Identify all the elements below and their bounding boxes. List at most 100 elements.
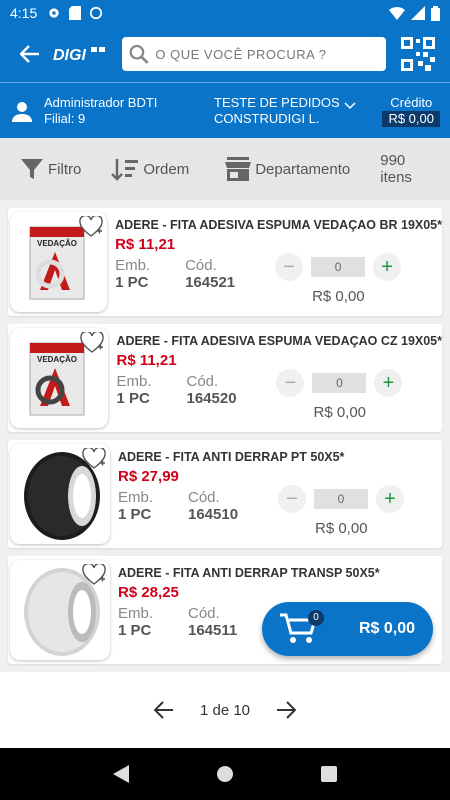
product-price: R$ 27,99 bbox=[118, 468, 179, 485]
cod-value: 164511 bbox=[188, 622, 238, 639]
system-nav-bar bbox=[0, 748, 450, 800]
product-name: ADERE - FITA ANTI DERRAP TRANSP 50X5* bbox=[118, 566, 380, 580]
favorite-heart-icon[interactable] bbox=[80, 332, 105, 354]
digi-logo: DIGI bbox=[50, 34, 112, 74]
status-bar: 4:15 bbox=[0, 0, 450, 26]
cod-value: 164520 bbox=[186, 390, 237, 407]
cart-button[interactable]: 0 R$ 0,00 bbox=[262, 602, 433, 656]
page-indicator: 1 de 10 bbox=[199, 701, 251, 719]
increment-button[interactable]: + bbox=[373, 253, 402, 281]
quantity-stepper: − 0 + bbox=[278, 485, 404, 513]
nav-back-icon[interactable] bbox=[113, 765, 130, 783]
cart-count-badge: 0 bbox=[308, 610, 324, 626]
qr-code-icon bbox=[401, 37, 435, 71]
package-label: VEDAÇÃO bbox=[37, 239, 77, 248]
favorite-heart-icon[interactable] bbox=[82, 564, 106, 586]
decrement-button[interactable]: − bbox=[276, 369, 305, 397]
pagination: 1 de 10 bbox=[0, 672, 450, 748]
product-name: ADERE - FITA ANTI DERRAP PT 50X5* bbox=[118, 450, 345, 464]
product-price: R$ 11,21 bbox=[115, 236, 176, 253]
product-name: ADERE - FITA ADESIVA ESPUMA VEDAÇAO BR 1… bbox=[115, 218, 442, 232]
product-image: VEDAÇÃO bbox=[10, 328, 109, 428]
sort-label: Ordem bbox=[143, 160, 190, 178]
svg-text:DIGI: DIGI bbox=[53, 47, 86, 64]
product-price: R$ 11,21 bbox=[116, 352, 177, 369]
user-icon bbox=[12, 101, 32, 122]
cod-value: 164521 bbox=[185, 274, 236, 291]
product-subtotal: R$ 0,00 bbox=[312, 288, 365, 305]
emb-value: 1 PC bbox=[116, 390, 150, 407]
favorite-heart-icon[interactable] bbox=[79, 216, 103, 238]
next-page-icon[interactable] bbox=[276, 701, 297, 719]
nav-home-icon[interactable] bbox=[216, 765, 234, 783]
battery-icon bbox=[431, 5, 440, 21]
user-name: Administrador BDTI bbox=[44, 94, 158, 110]
product-card[interactable]: VEDAÇÃO ADERE - FITA ADESIVA ESPUMA VEDA… bbox=[8, 208, 442, 316]
search-box[interactable] bbox=[122, 37, 386, 71]
chevron-down-icon bbox=[344, 101, 356, 109]
emb-value: 1 PC bbox=[115, 274, 149, 291]
emb-label: Emb. bbox=[118, 489, 154, 506]
favorite-heart-icon[interactable] bbox=[82, 448, 106, 470]
filter-label: Filtro bbox=[48, 160, 82, 178]
quantity-stepper: − 0 + bbox=[276, 369, 403, 397]
settings-icon bbox=[49, 8, 59, 18]
previous-page-icon[interactable] bbox=[153, 701, 174, 719]
quantity-input[interactable]: 0 bbox=[314, 489, 368, 509]
cart-total: R$ 0,00 bbox=[358, 620, 415, 637]
order-line1: TESTE DE PEDIDOS bbox=[214, 94, 340, 110]
signal-icon bbox=[411, 6, 425, 20]
qr-code-button[interactable] bbox=[396, 32, 440, 76]
product-card[interactable]: ADERE - FITA ANTI DERRAP PT 50X5* R$ 27,… bbox=[8, 440, 442, 548]
increment-button[interactable]: + bbox=[376, 485, 404, 513]
product-list: VEDAÇÃO ADERE - FITA ADESIVA ESPUMA VEDA… bbox=[0, 200, 450, 664]
credit-label: Crédito bbox=[390, 94, 433, 110]
emb-label: Emb. bbox=[115, 257, 151, 274]
sort-icon bbox=[111, 159, 139, 181]
quantity-input[interactable]: 0 bbox=[312, 373, 367, 393]
credit-box: Crédito R$ 0,00 bbox=[382, 95, 440, 127]
emb-label: Emb. bbox=[116, 373, 152, 390]
store-icon bbox=[225, 157, 252, 181]
product-price: R$ 28,25 bbox=[118, 584, 179, 601]
app-bar: DIGI bbox=[0, 26, 450, 82]
arrow-left-icon bbox=[20, 45, 39, 63]
decrement-button[interactable]: − bbox=[275, 253, 304, 281]
emb-label: Emb. bbox=[118, 605, 154, 622]
status-time: 4:15 bbox=[10, 5, 38, 21]
item-count: 990 itens bbox=[380, 152, 412, 186]
cod-label: Cód. bbox=[188, 489, 220, 506]
sort-button[interactable]: Ordem bbox=[111, 157, 189, 181]
decrement-button[interactable]: − bbox=[278, 485, 306, 513]
user-branch: Filial: 9 bbox=[44, 110, 86, 126]
product-card[interactable]: VEDAÇÃO ADERE - FITA ADESIVA ESPUMA VEDA… bbox=[8, 324, 442, 432]
sd-card-icon bbox=[69, 6, 82, 20]
cod-label: Cód. bbox=[188, 605, 220, 622]
product-image: VEDAÇÃO bbox=[10, 212, 108, 312]
sync-icon bbox=[90, 6, 103, 20]
credit-value: R$ 0,00 bbox=[382, 110, 440, 127]
increment-button[interactable]: + bbox=[374, 369, 403, 397]
back-button[interactable] bbox=[10, 34, 50, 74]
user-info: Administrador BDTI Filial: 9 bbox=[44, 95, 214, 127]
user-bar: Administrador BDTI Filial: 9 TESTE DE PE… bbox=[0, 82, 450, 138]
order-line2: CONSTRUDIGI L. bbox=[214, 110, 320, 126]
product-name: ADERE - FITA ADESIVA ESPUMA VEDAÇAO CZ 1… bbox=[116, 334, 442, 348]
cod-label: Cód. bbox=[185, 257, 217, 274]
filter-bar: Filtro Ordem Departamento 990 itens bbox=[0, 138, 450, 200]
package-label: VEDAÇÃO bbox=[37, 355, 77, 364]
emb-value: 1 PC bbox=[118, 622, 152, 639]
order-selector[interactable]: TESTE DE PEDIDOS CONSTRUDIGI L. bbox=[214, 95, 356, 127]
quantity-input[interactable]: 0 bbox=[311, 257, 366, 277]
quantity-stepper: − 0 + bbox=[275, 253, 402, 281]
product-image bbox=[10, 444, 110, 544]
product-subtotal: R$ 0,00 bbox=[313, 404, 367, 421]
filter-button[interactable]: Filtro bbox=[20, 157, 81, 181]
wifi-icon bbox=[389, 7, 405, 20]
nav-recents-icon[interactable] bbox=[320, 766, 337, 782]
search-input[interactable] bbox=[155, 46, 380, 62]
cod-value: 164510 bbox=[188, 506, 239, 523]
emb-value: 1 PC bbox=[118, 506, 152, 523]
search-icon bbox=[129, 44, 149, 64]
department-button[interactable]: Departamento bbox=[225, 157, 350, 181]
